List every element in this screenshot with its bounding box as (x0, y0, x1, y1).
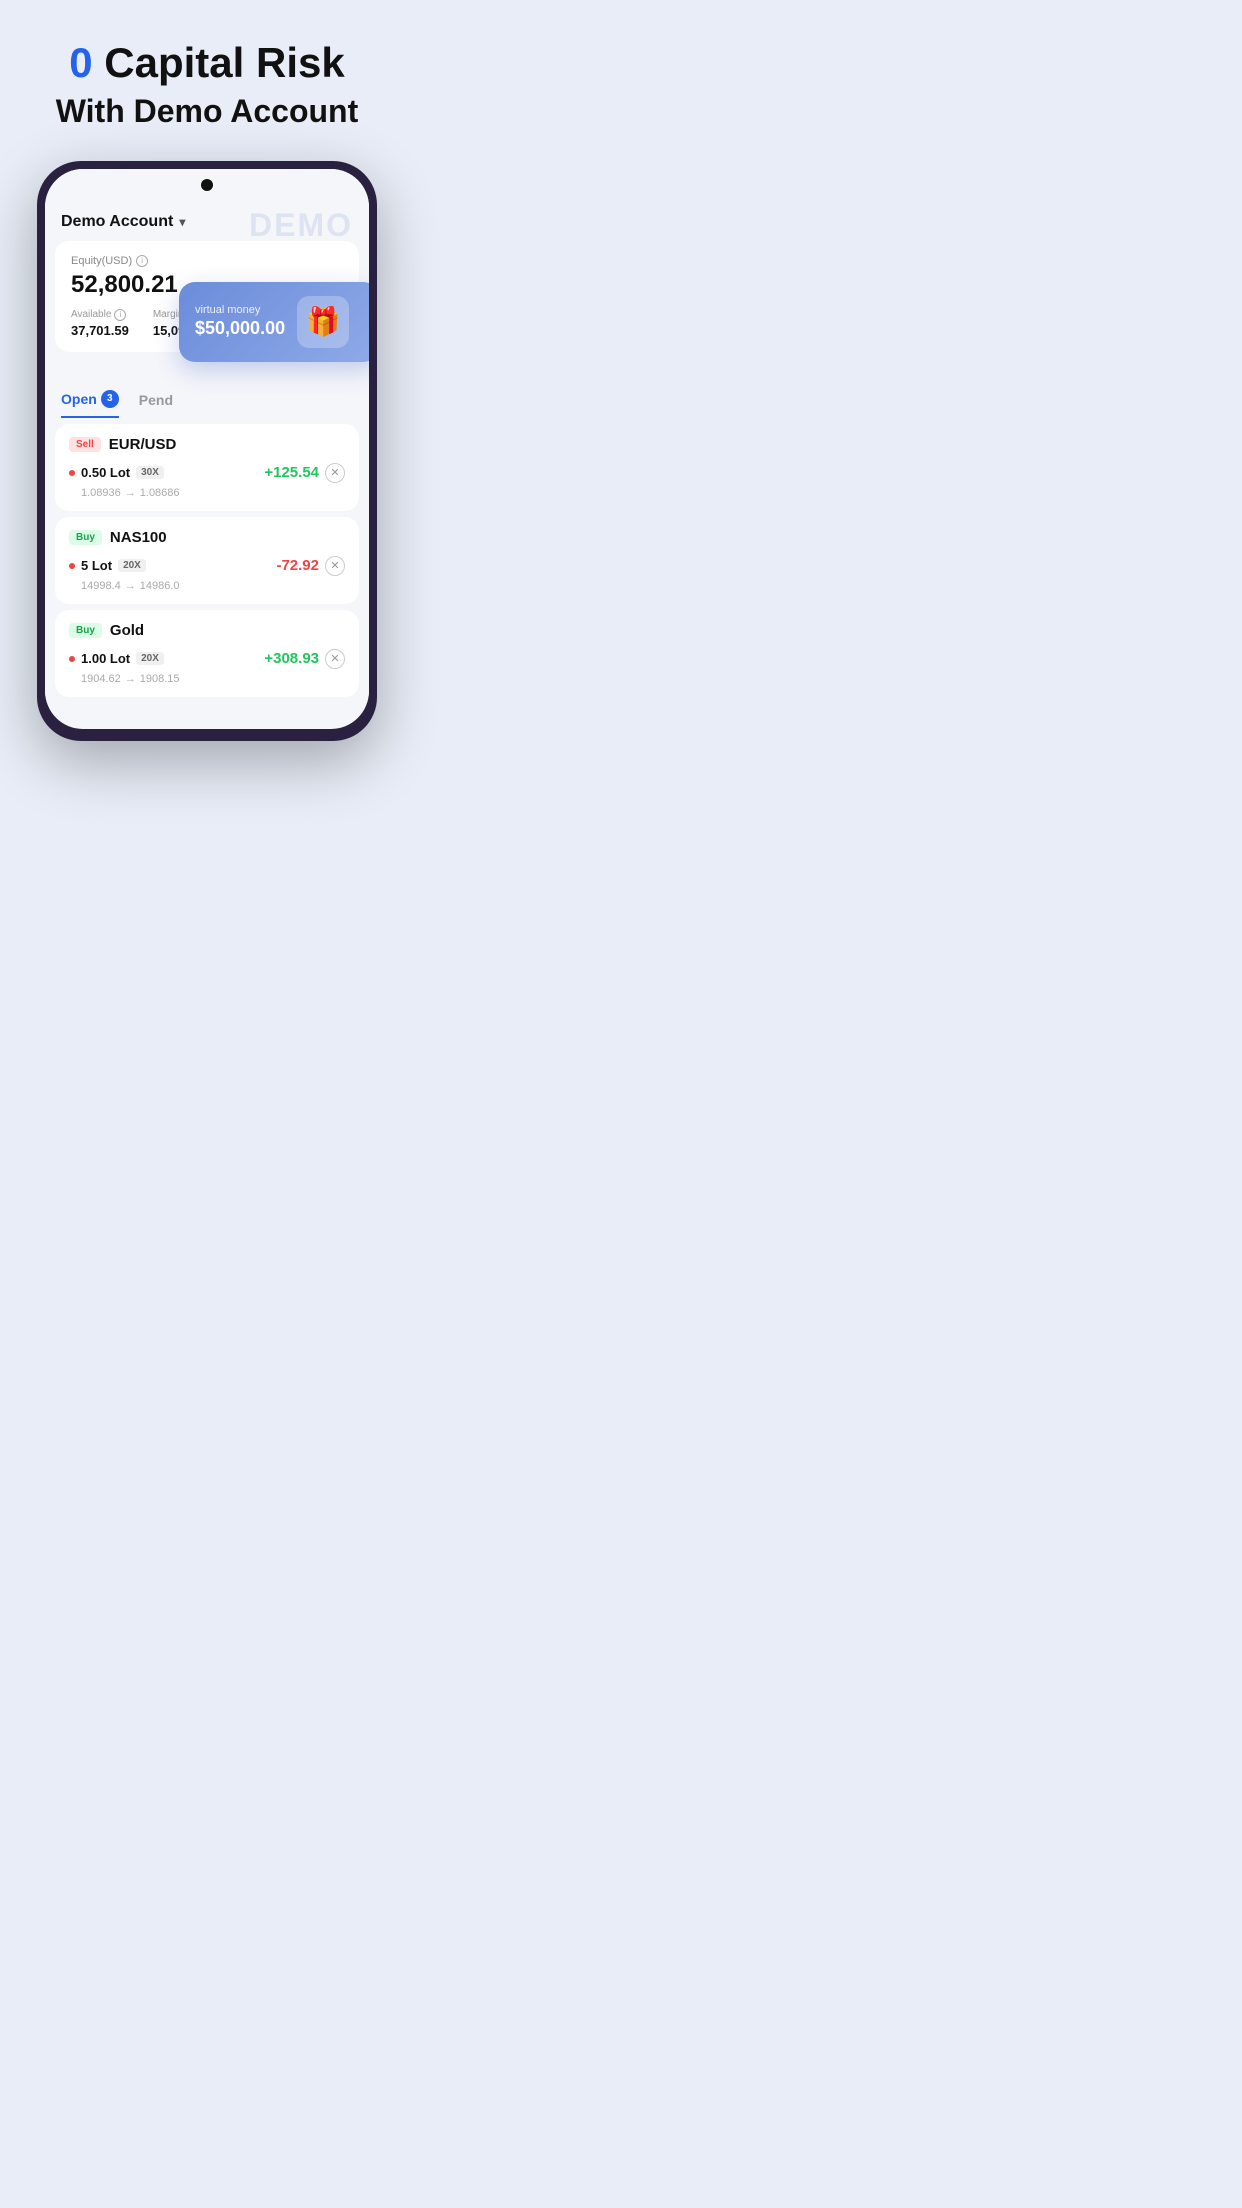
arrow-eurusd: → (125, 487, 136, 499)
price-to-eurusd: 1.08686 (140, 487, 180, 499)
equity-label: Equity(USD) i (71, 255, 343, 267)
price-row-eurusd: 1.08936 → 1.08686 (69, 487, 345, 499)
virtual-label: virtual money (195, 304, 285, 316)
trade-header-nas100: Buy NAS100 (69, 529, 345, 546)
equity-section: Equity(USD) i 52,800.21 +360.55 Availabl… (45, 241, 369, 352)
leverage-nas100: 20X (118, 559, 146, 572)
available-stat: Available i 37,701.59 (71, 309, 129, 338)
available-value: 37,701.59 (71, 323, 129, 338)
dot-eurusd (69, 470, 75, 476)
app-header: Demo Account ▾ DEMO (45, 201, 369, 241)
trade-lot-nas100: 5 Lot 20X (69, 558, 146, 573)
close-nas100-button[interactable]: ✕ (325, 556, 345, 576)
camera-dot (201, 179, 213, 191)
tab-pending-label: Pend (139, 392, 173, 408)
price-row-nas100: 14998.4 → 14986.0 (69, 580, 345, 592)
trade-lot-eurusd: 0.50 Lot 30X (69, 465, 164, 480)
price-to-gold: 1908.15 (140, 673, 180, 685)
price-from-gold: 1904.62 (81, 673, 121, 685)
trade-detail-eurusd: 0.50 Lot 30X +125.54 ✕ (69, 463, 345, 483)
lot-eurusd: 0.50 Lot (81, 465, 130, 480)
close-eurusd-button[interactable]: ✕ (325, 463, 345, 483)
price-to-nas100: 14986.0 (140, 580, 180, 592)
tab-open-label: Open (61, 391, 97, 407)
trade-detail-gold: 1.00 Lot 20X +308.93 ✕ (69, 649, 345, 669)
virtual-text: virtual money $50,000.00 (195, 304, 285, 339)
trade-symbol-gold: Gold (110, 622, 144, 639)
arrow-nas100: → (125, 580, 136, 592)
arrow-gold: → (125, 673, 136, 685)
promo-title-line1: 0 Capital Risk (56, 40, 359, 86)
demo-watermark: DEMO (249, 207, 353, 244)
trade-card-eurusd: Sell EUR/USD 0.50 Lot 30X +125.54 (55, 424, 359, 511)
lot-nas100: 5 Lot (81, 558, 112, 573)
account-name: Demo Account (61, 213, 173, 231)
trade-card-nas100: Buy NAS100 5 Lot 20X -72.92 ✕ (55, 517, 359, 604)
tab-open-badge: 3 (101, 390, 119, 408)
lot-gold: 1.00 Lot (81, 651, 130, 666)
gift-icon: 🎁 (297, 296, 349, 348)
promo-header: 0 Capital Risk With Demo Account (36, 0, 379, 161)
trade-list: Sell EUR/USD 0.50 Lot 30X +125.54 (45, 424, 369, 697)
leverage-eurusd: 30X (136, 466, 164, 479)
close-gold-button[interactable]: ✕ (325, 649, 345, 669)
account-selector[interactable]: Demo Account ▾ (61, 213, 185, 231)
trade-card-gold: Buy Gold 1.00 Lot 20X +308.93 ✕ (55, 610, 359, 697)
price-from-nas100: 14998.4 (81, 580, 121, 592)
price-from-eurusd: 1.08936 (81, 487, 121, 499)
tab-pending[interactable]: Pend (139, 390, 173, 418)
trade-symbol-eurusd: EUR/USD (109, 436, 177, 453)
equity-info-icon[interactable]: i (136, 255, 148, 267)
trade-lot-gold: 1.00 Lot 20X (69, 651, 164, 666)
available-label: Available i (71, 309, 129, 321)
dot-nas100 (69, 563, 75, 569)
trade-detail-nas100: 5 Lot 20X -72.92 ✕ (69, 556, 345, 576)
pnl-eurusd: +125.54 (264, 464, 319, 481)
equity-value: 52,800.21 (71, 271, 178, 299)
promo-zero: 0 (69, 39, 92, 86)
pnl-nas100: -72.92 (276, 557, 319, 574)
trade-type-sell: Sell (69, 437, 101, 452)
tabs-row: Open 3 Pend (45, 382, 369, 418)
price-row-gold: 1904.62 → 1908.15 (69, 673, 345, 685)
pnl-gold: +308.93 (264, 650, 319, 667)
promo-line1-suffix: Capital Risk (104, 39, 344, 86)
trade-type-buy-nas: Buy (69, 530, 102, 545)
trade-header-gold: Buy Gold (69, 622, 345, 639)
notch-bar (45, 169, 369, 201)
available-info-icon[interactable]: i (114, 309, 126, 321)
phone-frame: Demo Account ▾ DEMO Equity(USD) i 52,800… (37, 161, 377, 741)
virtual-amount: $50,000.00 (195, 318, 285, 339)
tab-open[interactable]: Open 3 (61, 390, 119, 418)
promo-title-line2: With Demo Account (56, 92, 359, 130)
phone-wrapper: Demo Account ▾ DEMO Equity(USD) i 52,800… (37, 161, 377, 741)
phone-screen: Demo Account ▾ DEMO Equity(USD) i 52,800… (45, 169, 369, 729)
trade-header-eurusd: Sell EUR/USD (69, 436, 345, 453)
leverage-gold: 20X (136, 652, 164, 665)
trade-symbol-nas100: NAS100 (110, 529, 167, 546)
trade-type-buy-gold: Buy (69, 623, 102, 638)
dot-gold (69, 656, 75, 662)
chevron-down-icon: ▾ (179, 215, 185, 229)
app-content: Demo Account ▾ DEMO Equity(USD) i 52,800… (45, 201, 369, 697)
virtual-money-card: virtual money $50,000.00 🎁 (179, 282, 369, 362)
